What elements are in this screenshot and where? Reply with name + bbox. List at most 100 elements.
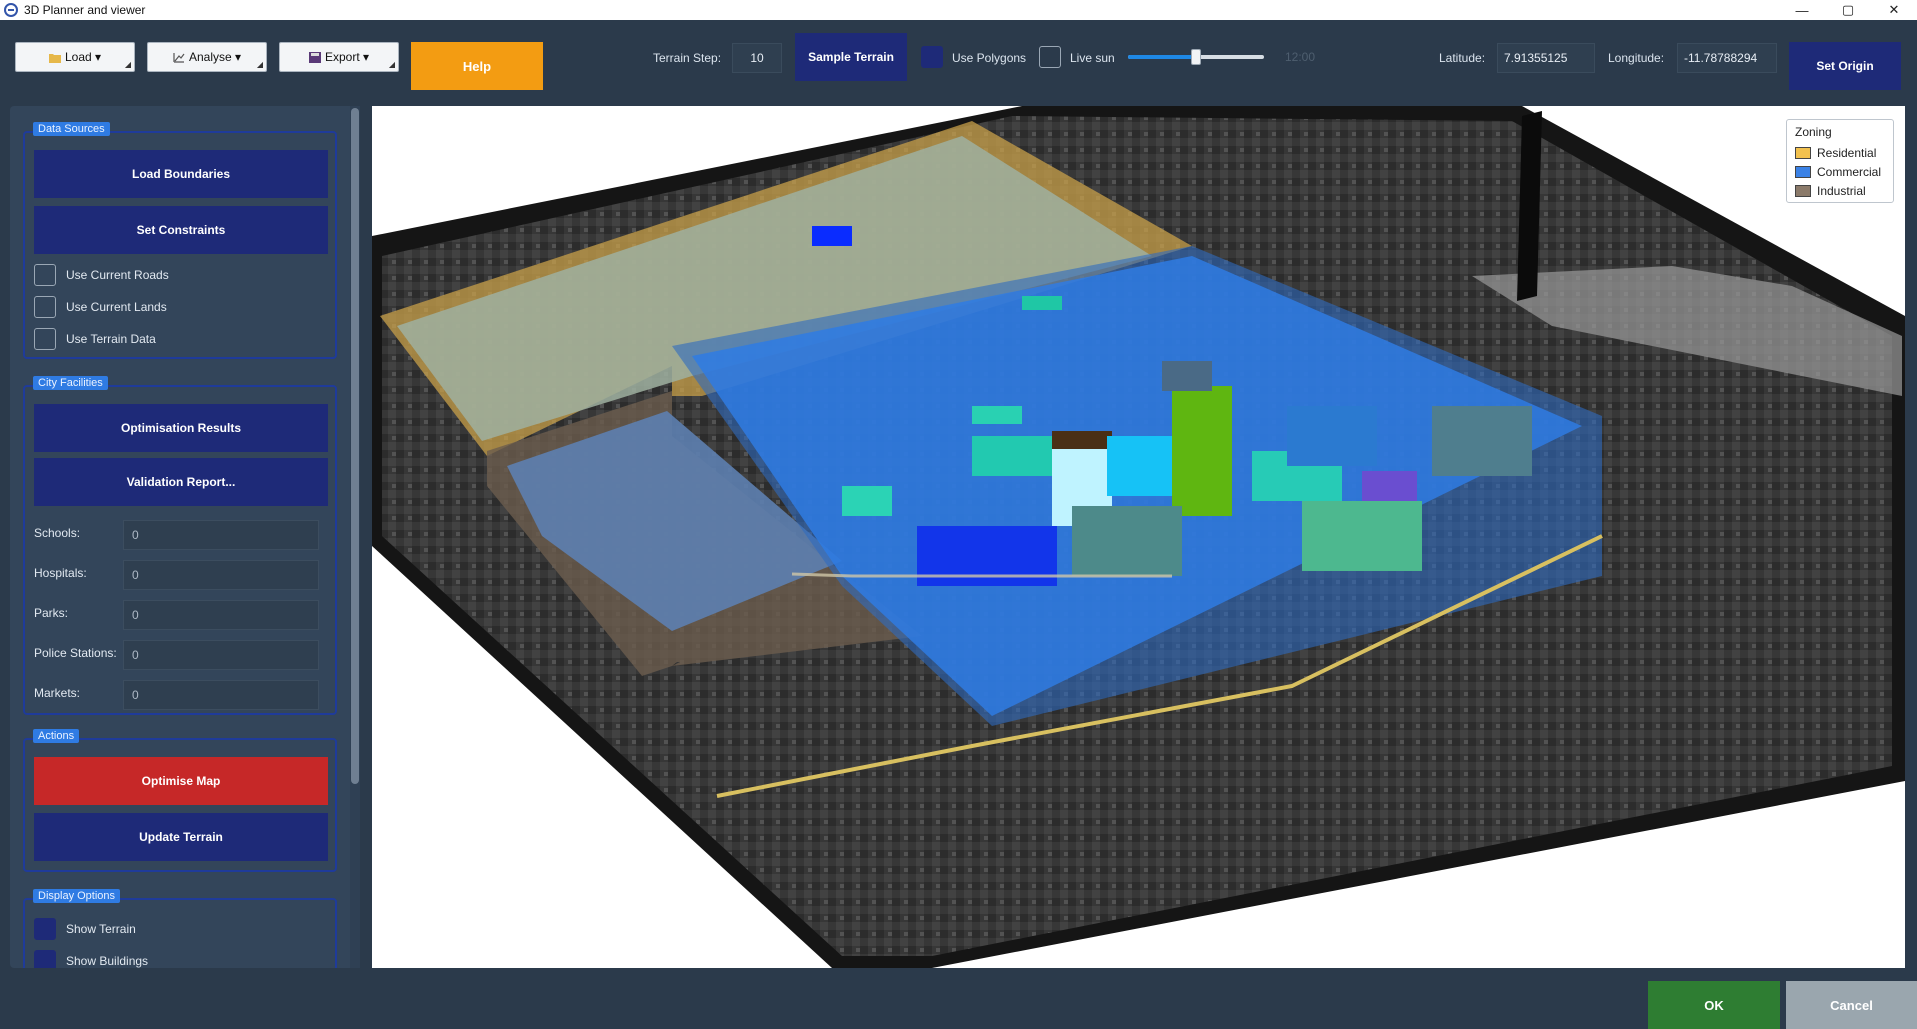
set-origin-button[interactable]: Set Origin <box>1789 42 1901 90</box>
schools-field[interactable]: 0 <box>123 520 319 550</box>
building-green-tower <box>1172 386 1232 516</box>
sidebar-scroll-thumb[interactable] <box>351 108 359 784</box>
parks-field[interactable]: 0 <box>123 600 319 630</box>
live-sun-label: Live sun <box>1070 51 1115 65</box>
dropdown-corner-icon: ◢ <box>124 60 131 69</box>
terrain-step-label: Terrain Step: <box>653 51 722 65</box>
latitude-input[interactable]: 7.91355125 <box>1497 43 1595 73</box>
toolbar: Load ▾ ◢ Analyse ▾ ◢ Export ▾ ◢ Help Ter… <box>0 20 1917 95</box>
police-stations-field[interactable]: 0 <box>123 640 319 670</box>
legend-item-commercial: Commercial <box>1795 162 1885 181</box>
building-slate-2 <box>1432 406 1532 476</box>
building-brown-cap <box>1052 431 1112 449</box>
title-bar: 3D Planner and viewer — ▢ ✕ <box>0 0 1917 20</box>
legend-title: Zoning <box>1795 125 1832 139</box>
display-options-group: Display Options Show Terrain Show Buildi… <box>23 889 337 968</box>
use-current-roads-row[interactable]: Use Current Roads <box>34 264 169 286</box>
window-controls: — ▢ ✕ <box>1779 0 1917 20</box>
hospitals-field[interactable]: 0 <box>123 560 319 590</box>
legend-item-industrial: Industrial <box>1795 181 1885 200</box>
show-buildings-row[interactable]: Show Buildings <box>34 950 148 968</box>
parks-label: Parks: <box>34 606 69 620</box>
update-terrain-button[interactable]: Update Terrain <box>34 813 328 861</box>
legend-label: Residential <box>1817 145 1877 160</box>
folder-icon <box>48 53 61 63</box>
actions-title: Actions <box>33 729 80 743</box>
building-steel-blue <box>1287 406 1377 466</box>
restore-icon[interactable]: ▢ <box>1825 0 1871 20</box>
actions-group: Actions Optimise Map Update Terrain <box>23 729 337 872</box>
chart-icon <box>173 52 185 63</box>
show-terrain-checkbox[interactable] <box>34 918 56 940</box>
load-boundaries-button[interactable]: Load Boundaries <box>34 150 328 198</box>
legend-swatch <box>1795 184 1811 197</box>
terrain-step-input[interactable]: 10 <box>732 43 782 73</box>
schools-label: Schools: <box>34 526 81 540</box>
dropdown-corner-icon: ◢ <box>256 60 263 69</box>
legend-label: Commercial <box>1817 164 1882 179</box>
3d-scene <box>372 106 1905 968</box>
help-button[interactable]: Help <box>411 42 543 90</box>
analyse-menu-button[interactable]: Analyse ▾ ◢ <box>147 42 267 72</box>
use-current-lands-checkbox[interactable] <box>34 296 56 318</box>
city-facilities-title: City Facilities <box>33 376 108 390</box>
sun-time-label: 12:00 <box>1285 50 1316 64</box>
legend-label: Industrial <box>1817 183 1866 198</box>
export-menu-button[interactable]: Export ▾ ◢ <box>279 42 399 72</box>
use-terrain-data-label: Use Terrain Data <box>66 332 156 346</box>
longitude-input[interactable]: -11.78788294 <box>1677 43 1777 73</box>
close-icon[interactable]: ✕ <box>1871 0 1917 20</box>
cancel-button[interactable]: Cancel <box>1786 981 1917 1029</box>
load-menu-label: Load ▾ <box>64 50 102 64</box>
use-current-roads-checkbox[interactable] <box>34 264 56 286</box>
data-sources-group: Data Sources Load Boundaries Set Constra… <box>23 122 337 359</box>
minimize-icon[interactable]: — <box>1779 0 1825 20</box>
ok-button[interactable]: OK <box>1648 981 1780 1029</box>
legend-item-residential: Residential <box>1795 143 1885 162</box>
show-buildings-label: Show Buildings <box>66 954 149 968</box>
optimisation-results-button[interactable]: Optimisation Results <box>34 404 328 452</box>
export-menu-label: Export ▾ <box>324 50 370 64</box>
live-sun-checkbox[interactable] <box>1039 46 1061 68</box>
show-terrain-row[interactable]: Show Terrain <box>34 918 136 940</box>
markets-field[interactable]: 0 <box>123 680 319 710</box>
longitude-label: Longitude: <box>1608 51 1665 65</box>
3d-viewport[interactable] <box>372 106 1905 968</box>
set-constraints-button[interactable]: Set Constraints <box>34 206 328 254</box>
use-current-lands-row[interactable]: Use Current Lands <box>34 296 167 318</box>
police-stations-label: Police Stations: <box>34 646 117 660</box>
sun-slider-thumb[interactable] <box>1191 49 1201 65</box>
validation-report-button[interactable]: Validation Report... <box>34 458 328 506</box>
display-options-title: Display Options <box>33 889 121 903</box>
use-polygons-checkbox[interactable] <box>921 46 943 68</box>
app-icon <box>4 3 18 17</box>
dropdown-corner-icon: ◢ <box>388 60 395 69</box>
building-teal-1 <box>1022 296 1062 310</box>
use-terrain-data-checkbox[interactable] <box>34 328 56 350</box>
optimise-map-button[interactable]: Optimise Map <box>34 757 328 805</box>
data-sources-title: Data Sources <box>33 122 110 136</box>
sample-terrain-button[interactable]: Sample Terrain <box>795 33 907 81</box>
building-teal-4 <box>842 486 892 516</box>
sidebar-panel: Data Sources Load Boundaries Set Constra… <box>10 106 360 968</box>
building-blue-small <box>812 226 852 246</box>
zoning-legend: Zoning Residential Commercial Industrial <box>1786 119 1894 203</box>
use-terrain-data-row[interactable]: Use Terrain Data <box>34 328 156 350</box>
sun-slider-fill <box>1128 55 1196 59</box>
use-polygons-label: Use Polygons <box>952 51 1027 65</box>
show-buildings-checkbox[interactable] <box>34 950 56 968</box>
show-terrain-label: Show Terrain <box>66 922 136 936</box>
building-gray-teal <box>1072 506 1182 576</box>
markets-label: Markets: <box>34 686 81 700</box>
building-sea-green <box>1302 501 1422 571</box>
legend-swatch <box>1795 146 1811 159</box>
analyse-menu-label: Analyse ▾ <box>188 50 242 64</box>
use-current-roads-label: Use Current Roads <box>66 268 169 282</box>
load-menu-button[interactable]: Load ▾ ◢ <box>15 42 135 72</box>
hospitals-label: Hospitals: <box>34 566 87 580</box>
building-teal-3 <box>972 436 1052 476</box>
latitude-label: Latitude: <box>1439 51 1486 65</box>
legend-swatch <box>1795 165 1811 178</box>
city-facilities-group: City Facilities Optimisation Results Val… <box>23 376 337 715</box>
save-icon <box>308 51 321 63</box>
